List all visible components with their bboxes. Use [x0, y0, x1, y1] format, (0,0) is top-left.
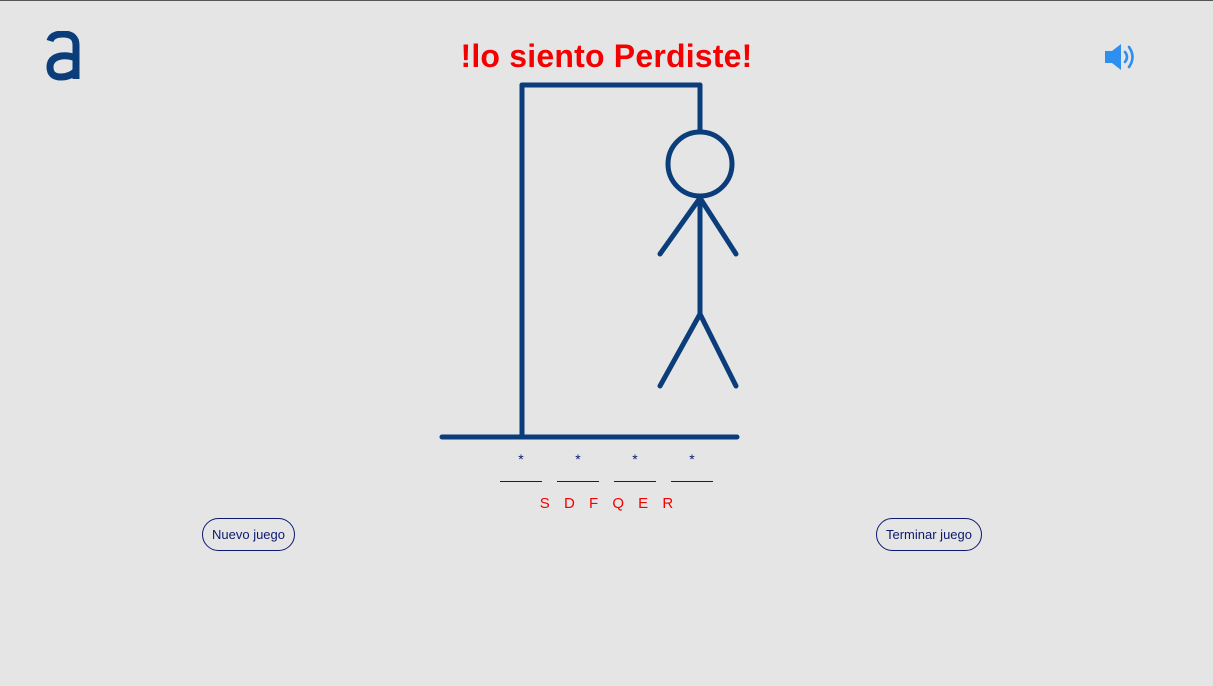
new-game-button[interactable]: Nuevo juego: [202, 518, 295, 551]
end-game-button[interactable]: Terminar juego: [876, 518, 982, 551]
hidden-letter: *: [575, 451, 581, 467]
word-slots: * * * *: [0, 449, 1213, 482]
hidden-letter: *: [518, 451, 524, 467]
hangman-right-leg: [697, 311, 739, 389]
wrong-letters: S D F Q E R: [0, 495, 1213, 512]
slot-underline: [557, 469, 599, 482]
hangman-left-arm: [657, 195, 703, 257]
wrong-letter: E: [638, 495, 649, 512]
hangman-drawing: [439, 82, 740, 440]
slot-underline: [614, 469, 656, 482]
hidden-letter: *: [632, 451, 638, 467]
slot-underline: [500, 469, 542, 482]
hangman-head: [665, 129, 735, 199]
letter-slot: *: [499, 449, 543, 482]
letter-slot: *: [556, 449, 600, 482]
speaker-volume-icon[interactable]: [1102, 41, 1138, 73]
wrong-letter: Q: [612, 495, 624, 512]
game-page: !lo siento Perdiste! * * * * S D F Q E R…: [0, 0, 1213, 686]
wrong-letter: D: [563, 495, 575, 512]
result-title: !lo siento Perdiste!: [460, 38, 753, 74]
hangman-right-arm: [697, 195, 739, 257]
letter-slot: *: [670, 449, 714, 482]
letter-slot: *: [613, 449, 657, 482]
hangman-left-leg: [657, 311, 703, 389]
hidden-letter: *: [689, 451, 695, 467]
wrong-letter: F: [588, 495, 599, 512]
wrong-letter: R: [662, 495, 674, 512]
wrong-letter: S: [539, 495, 550, 512]
slot-underline: [671, 469, 713, 482]
